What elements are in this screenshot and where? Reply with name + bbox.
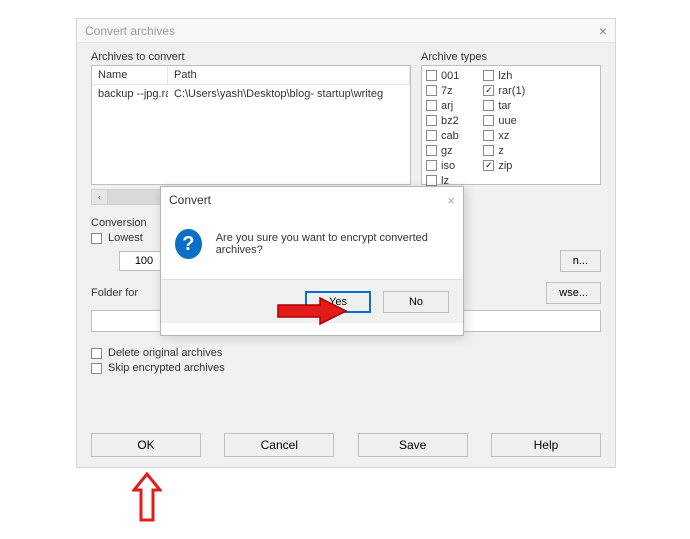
lowest-label: Lowest: [108, 232, 143, 244]
confirm-dialog: Convert × ? Are you sure you want to enc…: [160, 186, 464, 336]
archive-type-label: cab: [441, 130, 459, 142]
archive-type-label: iso: [441, 160, 455, 172]
checkbox-icon[interactable]: [426, 130, 437, 141]
yes-button[interactable]: Yes: [305, 291, 371, 313]
question-icon: ?: [175, 229, 202, 259]
archive-type-label: arj: [441, 100, 453, 112]
archive-type-label: xz: [498, 130, 509, 142]
archive-type-option[interactable]: uue: [483, 113, 525, 128]
checkbox-icon[interactable]: [483, 115, 494, 126]
checkbox-icon[interactable]: [426, 85, 437, 96]
annotation-arrow-up-icon: [132, 472, 162, 522]
archive-type-option[interactable]: gz: [426, 143, 459, 158]
delete-original-checkbox[interactable]: [91, 348, 102, 359]
archive-type-label: rar(1): [498, 85, 525, 97]
archive-types-list: 001 7z arj bz2 cab gz iso lz lzh ✓ rar(1) tar uue xz…: [421, 65, 601, 185]
checkbox-icon[interactable]: [483, 130, 494, 141]
checkbox-icon[interactable]: [483, 145, 494, 156]
skip-encrypted-label: Skip encrypted archives: [108, 362, 225, 374]
ok-button[interactable]: OK: [91, 433, 201, 457]
checkbox-icon[interactable]: ✓: [483, 85, 494, 96]
archive-type-label: tar: [498, 100, 511, 112]
folder-label: Folder for: [91, 287, 138, 299]
checkbox-icon[interactable]: [426, 175, 437, 186]
cell-path: C:\Users\yash\Desktop\blog- startup\writ…: [168, 85, 410, 103]
archive-type-label: zip: [498, 160, 512, 172]
archive-type-label: 001: [441, 70, 459, 82]
checkbox-icon[interactable]: [426, 100, 437, 111]
checkbox-icon[interactable]: [426, 145, 437, 156]
archive-type-option[interactable]: 7z: [426, 83, 459, 98]
checkbox-icon[interactable]: [483, 100, 494, 111]
archive-type-label: lzh: [498, 70, 512, 82]
no-button[interactable]: No: [383, 291, 449, 313]
dialog-button-bar: OK Cancel Save Help: [91, 433, 601, 457]
column-header-path[interactable]: Path: [168, 66, 410, 84]
archive-type-option[interactable]: bz2: [426, 113, 459, 128]
close-icon[interactable]: ×: [599, 23, 607, 39]
table-row[interactable]: backup --jpg.rar C:\Users\yash\Desktop\b…: [92, 85, 410, 103]
checkbox-icon[interactable]: [483, 70, 494, 81]
archive-types-label: Archive types: [421, 51, 601, 63]
lowest-checkbox[interactable]: [91, 233, 102, 244]
archive-type-option[interactable]: cab: [426, 128, 459, 143]
save-button[interactable]: Save: [358, 433, 468, 457]
archive-type-option[interactable]: ✓ rar(1): [483, 83, 525, 98]
archive-type-label: uue: [498, 115, 516, 127]
checkbox-icon[interactable]: [426, 70, 437, 81]
archive-type-option[interactable]: lzh: [483, 68, 525, 83]
checkbox-icon[interactable]: ✓: [483, 160, 494, 171]
scroll-thumb[interactable]: [108, 190, 168, 204]
archive-type-option[interactable]: xz: [483, 128, 525, 143]
archive-type-label: 7z: [441, 85, 453, 97]
archive-type-option[interactable]: tar: [483, 98, 525, 113]
modal-message: Are you sure you want to encrypt convert…: [216, 232, 449, 256]
archives-to-convert-label: Archives to convert: [91, 51, 411, 63]
browse-button[interactable]: wse...: [546, 282, 601, 304]
skip-encrypted-checkbox[interactable]: [91, 363, 102, 374]
archive-type-label: lz: [441, 175, 449, 187]
archive-type-option[interactable]: arj: [426, 98, 459, 113]
cell-name: backup --jpg.rar: [92, 85, 168, 103]
column-header-name[interactable]: Name: [92, 66, 168, 84]
archive-type-option[interactable]: 001: [426, 68, 459, 83]
modal-title: Convert: [169, 193, 211, 207]
cancel-button[interactable]: Cancel: [224, 433, 334, 457]
archive-type-label: bz2: [441, 115, 459, 127]
archive-type-option[interactable]: iso: [426, 158, 459, 173]
archive-type-label: z: [498, 145, 504, 157]
titlebar: Convert archives ×: [77, 19, 615, 43]
help-button[interactable]: Help: [491, 433, 601, 457]
delete-original-label: Delete original archives: [108, 347, 222, 359]
archives-list[interactable]: Name Path backup --jpg.rar C:\Users\yash…: [91, 65, 411, 185]
checkbox-icon[interactable]: [426, 160, 437, 171]
window-title: Convert archives: [85, 24, 175, 38]
compression-button[interactable]: n...: [560, 250, 601, 272]
modal-close-icon[interactable]: ×: [447, 193, 455, 208]
scroll-left-icon[interactable]: ‹: [92, 190, 108, 204]
archive-type-label: gz: [441, 145, 453, 157]
archive-type-option[interactable]: z: [483, 143, 525, 158]
checkbox-icon[interactable]: [426, 115, 437, 126]
archive-type-option[interactable]: ✓ zip: [483, 158, 525, 173]
